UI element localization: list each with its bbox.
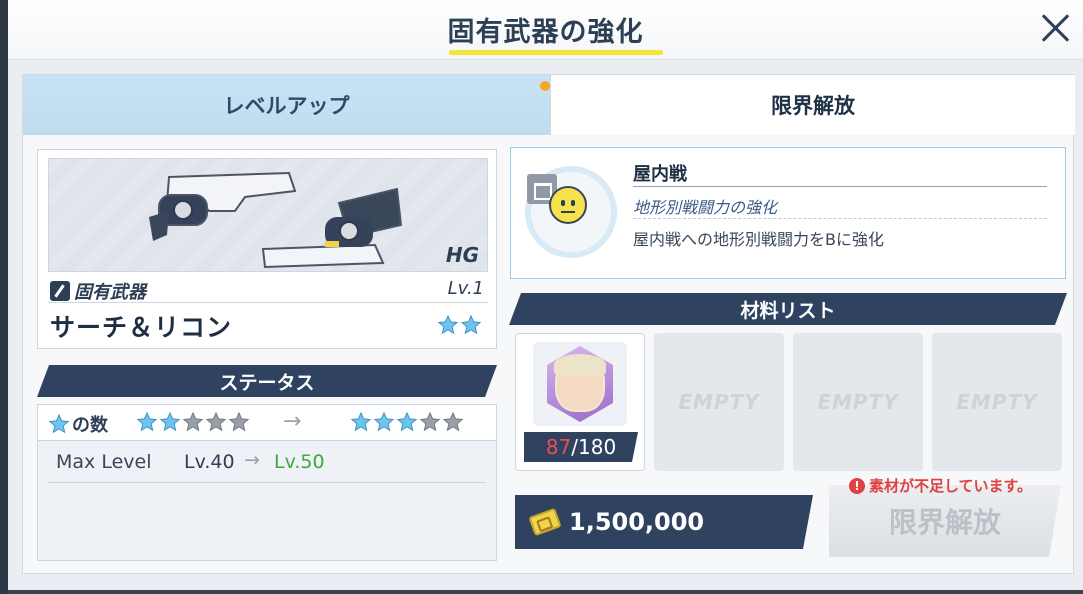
tab-level-up[interactable]: レベルアップ	[23, 75, 550, 135]
status-list: の数 → Max Level Lv.40 → Lv.50	[37, 404, 497, 561]
star-filled-icon	[437, 314, 459, 335]
star-filled-icon	[159, 411, 181, 432]
weapon-type-label: 固有武器	[74, 282, 146, 303]
weapon-class: HG	[445, 243, 479, 267]
material-count: 87/180	[524, 432, 638, 462]
notification-dot	[540, 81, 550, 91]
material-slot-empty: EMPTY	[654, 333, 784, 471]
warning-icon: !	[849, 477, 865, 494]
weapon-name: サーチ＆リコン	[50, 313, 233, 342]
skill-description: 屋内戦への地形別戦闘力をBに強化	[633, 230, 884, 249]
stars-after	[350, 411, 464, 433]
weapon-card: HG 固有武器 Lv.1 サーチ＆リコン	[37, 149, 497, 349]
credit-icon	[528, 508, 561, 536]
unique-weapon-icon	[50, 281, 70, 301]
dialog-panel: レベルアップ 限界解放 HG 固有武器 Lv.1 サーチ＆リコン ステータス の…	[8, 60, 1083, 590]
student-eleph-icon	[533, 342, 627, 426]
star-count-row: の数 →	[38, 405, 496, 441]
terrain-skill-card: 屋内戦 地形別戦闘力の強化 屋内戦への地形別戦闘力をBに強化	[510, 147, 1066, 279]
dialog-content: レベルアップ 限界解放 HG 固有武器 Lv.1 サーチ＆リコン ステータス の…	[22, 74, 1075, 574]
max-level-from: Lv.40	[184, 451, 235, 473]
max-level-to: Lv.50	[274, 451, 325, 473]
star-empty-icon	[182, 411, 204, 432]
material-slot[interactable]: 87/180	[515, 333, 645, 471]
weapon-stars	[437, 314, 482, 336]
max-level-label: Max Level	[56, 451, 152, 473]
stars-before	[136, 411, 250, 433]
divider	[633, 186, 1047, 187]
skill-title: 屋内戦	[633, 164, 687, 185]
star-filled-icon	[373, 411, 395, 432]
star-empty-icon	[228, 411, 250, 432]
insufficient-materials-warning: ! 素材が不足しています。	[849, 475, 1032, 496]
star-empty-icon	[419, 411, 441, 432]
star-filled-icon	[460, 314, 482, 335]
skill-subtitle: 地形別戦闘力の強化	[633, 198, 778, 217]
divider	[48, 302, 488, 303]
star-empty-icon	[442, 411, 464, 432]
arrow-icon: →	[244, 449, 260, 471]
material-slot-empty: EMPTY	[793, 333, 923, 471]
material-slot-empty: EMPTY	[932, 333, 1062, 471]
mood-face-icon	[549, 186, 587, 224]
star-filled-icon	[350, 411, 372, 432]
dialog-header: 固有武器の強化	[8, 0, 1083, 60]
star-filled-icon	[136, 411, 158, 432]
star-icon	[48, 413, 70, 434]
cost-value: 1,500,000	[569, 508, 705, 536]
star-filled-icon	[396, 411, 418, 432]
dialog-title: 固有武器の強化	[447, 17, 644, 48]
weapon-type: 固有武器	[50, 278, 146, 304]
star-count-label: の数	[48, 411, 108, 437]
title-underline	[449, 50, 663, 55]
arrow-icon: →	[283, 409, 302, 434]
close-button[interactable]	[1039, 12, 1071, 44]
credit-cost: 1,500,000	[515, 495, 813, 549]
weapon-image: HG	[48, 158, 488, 272]
star-empty-icon	[205, 411, 227, 432]
weapon-level: Lv.1	[447, 278, 484, 299]
divider	[633, 218, 1047, 219]
dual-handgun-icon	[149, 171, 403, 269]
material-list-header: 材料リスト	[509, 293, 1067, 325]
max-level-row: Max Level Lv.40 → Lv.50	[48, 443, 486, 483]
status-header: ステータス	[37, 365, 497, 397]
tab-limit-break[interactable]: 限界解放	[550, 75, 1075, 135]
